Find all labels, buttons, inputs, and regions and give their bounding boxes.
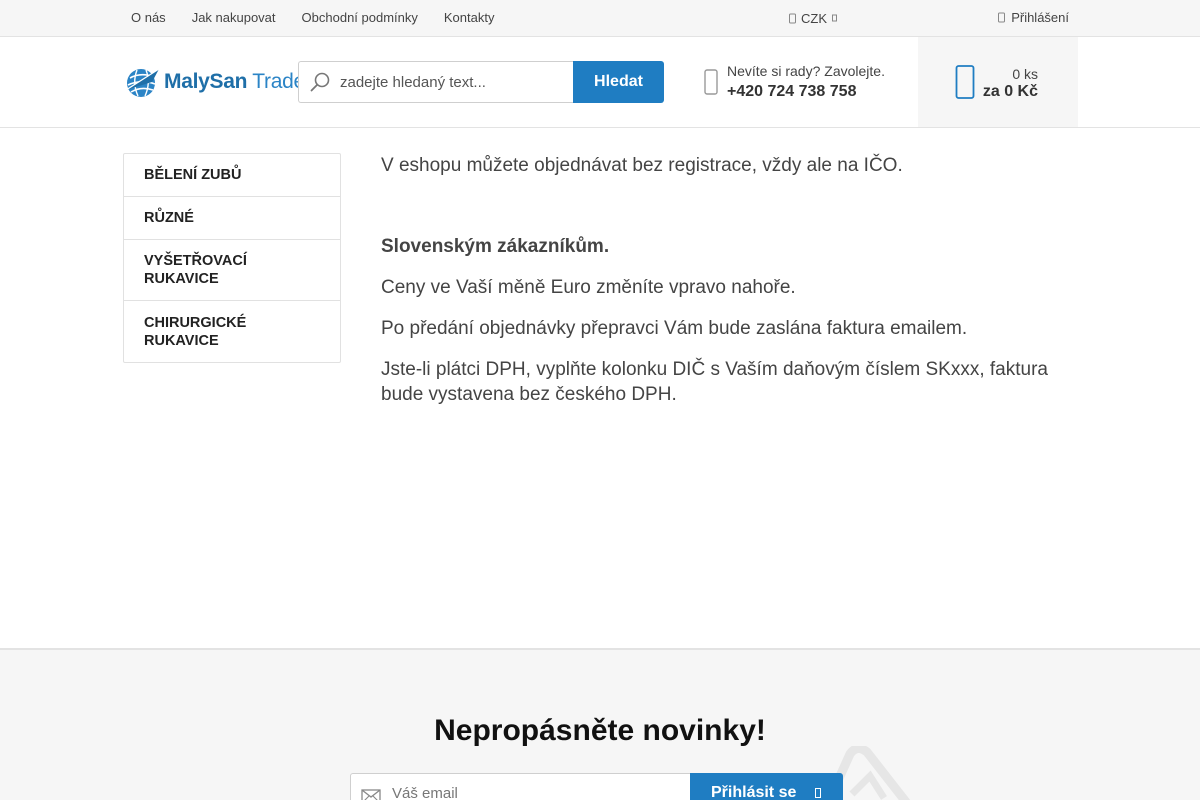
search-icon: [310, 72, 330, 92]
cart[interactable]: 0 ks za 0 Kč: [918, 37, 1078, 127]
mail-icon: [361, 789, 381, 800]
globe-logo-icon: [125, 68, 160, 97]
newsletter-title: Nepropásněte novinky!: [434, 714, 766, 747]
contact-phone[interactable]: +420 724 738 758: [727, 83, 856, 101]
logo[interactable]: MalySan Trade: [124, 64, 305, 100]
search-input[interactable]: [298, 61, 574, 103]
nav-link-o-nas[interactable]: O nás: [118, 0, 179, 36]
email-input[interactable]: [350, 773, 691, 800]
nav-link-kontakty[interactable]: Kontakty: [431, 0, 508, 36]
globe-icon: [789, 13, 796, 23]
newsletter-section: Nepropásněte novinky! Přihlásit se: [0, 648, 1200, 800]
subscribe-label: Přihlásit se: [711, 784, 797, 800]
content-heading: Slovenským zákazníkům.: [381, 236, 610, 257]
header: MalySan Trade Hledat Nevíte si rady? Zav…: [0, 37, 1200, 128]
login-link[interactable]: Přihlášení: [998, 0, 1069, 34]
content-paragraph: Jste-li plátci DPH, vyplňte kolonku DIČ …: [381, 359, 1048, 405]
content-paragraph: Ceny ve Vaší měně Euro změníte vpravo na…: [381, 277, 796, 298]
user-icon: [998, 12, 1006, 22]
contact-question: Nevíte si rady? Zavolejte.: [727, 63, 885, 79]
currency-selector[interactable]: CZK: [789, 0, 837, 36]
logo-text-light: Trade: [247, 70, 305, 93]
nav-link-jak-nakupovat[interactable]: Jak nakupovat: [179, 0, 289, 36]
cart-icon: [955, 65, 975, 99]
category-vysetrovaci-rukavice[interactable]: Vyšetřovací rukavice: [124, 240, 340, 301]
search-form: Hledat: [298, 61, 664, 103]
category-beleni-zubu[interactable]: Bělení zubů: [124, 154, 340, 197]
content-paragraph: Po předání objednávky přepravci Vám bude…: [381, 318, 968, 339]
cart-total: za 0 Kč: [982, 83, 1038, 100]
chevron-down-icon: [832, 14, 837, 22]
login-label: Přihlášení: [1011, 9, 1069, 25]
search-button[interactable]: Hledat: [573, 61, 664, 103]
subscribe-button[interactable]: Přihlásit se: [690, 773, 843, 800]
currency-label: CZK: [801, 10, 827, 26]
category-ruzne[interactable]: Různé: [124, 197, 340, 240]
content-paragraph: V eshopu můžete objednávat bez registrac…: [381, 155, 903, 176]
logo-text: MalySan Trade: [164, 70, 305, 94]
phone-icon: [704, 69, 718, 95]
top-navigation: O nás Jak nakupovat Obchodní podmínky Ko…: [118, 0, 507, 36]
newsletter-form: Přihlásit se: [350, 773, 843, 800]
nav-link-obchodni-podminky[interactable]: Obchodní podmínky: [289, 0, 431, 36]
arrow-right-icon: [815, 788, 821, 798]
logo-text-bold: MalySan: [164, 70, 248, 93]
category-chirurgicke-rukavice[interactable]: Chirurgické rukavice: [124, 301, 340, 362]
top-bar: O nás Jak nakupovat Obchodní podmínky Ko…: [0, 0, 1200, 37]
category-sidebar: Bělení zubů Různé Vyšetřovací rukavice C…: [123, 153, 341, 363]
cart-count: 0 ks: [1012, 66, 1038, 82]
